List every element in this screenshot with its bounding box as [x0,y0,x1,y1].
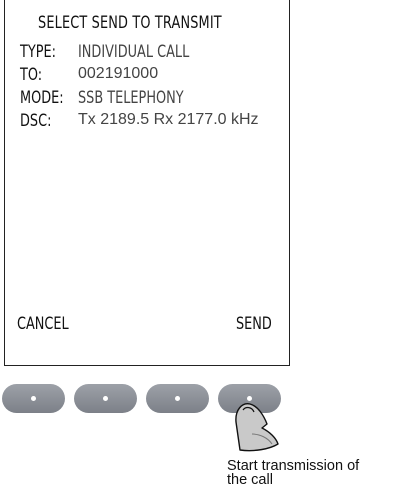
dot-icon [103,396,108,401]
field-mode: MODE: SSB TELEPHONY [20,88,290,110]
field-dsc-value: Tx 2189.5 Rx 2177.0 kHz [78,111,259,128]
caption-line-1: Start transmission of [227,458,360,474]
field-dsc: DSC: Tx 2189.5 Rx 2177.0 kHz [20,111,290,133]
field-mode-label: MODE: [20,88,64,107]
field-to-value: 002191000 [78,65,159,82]
field-type-value: INDIVIDUAL CALL [78,42,190,61]
caption: Start transmission of the call [227,458,360,488]
softkey-buttons [0,384,404,414]
display-screen: SELECT SEND TO TRANSMIT TYPE: INDIVIDUAL… [4,0,290,366]
field-to: TO: 002191000 [20,65,290,87]
cancel-softkey-label[interactable]: CANCEL [17,314,69,333]
dot-icon [31,396,36,401]
field-type: TYPE: INDIVIDUAL CALL [20,42,290,64]
field-type-label: TYPE: [20,42,56,61]
field-mode-value: SSB TELEPHONY [78,88,184,107]
field-to-label: TO: [20,65,43,84]
screen-title: SELECT SEND TO TRANSMIT [38,13,222,32]
send-softkey-label[interactable]: SEND [236,314,272,333]
field-dsc-label: DSC: [20,111,52,130]
caption-line-2: the call [227,472,273,488]
softkey-button-1[interactable] [2,384,65,413]
softkey-button-3[interactable] [146,384,209,413]
pointing-finger-icon [235,403,279,452]
softkey-button-2[interactable] [74,384,137,413]
dot-icon [175,396,180,401]
